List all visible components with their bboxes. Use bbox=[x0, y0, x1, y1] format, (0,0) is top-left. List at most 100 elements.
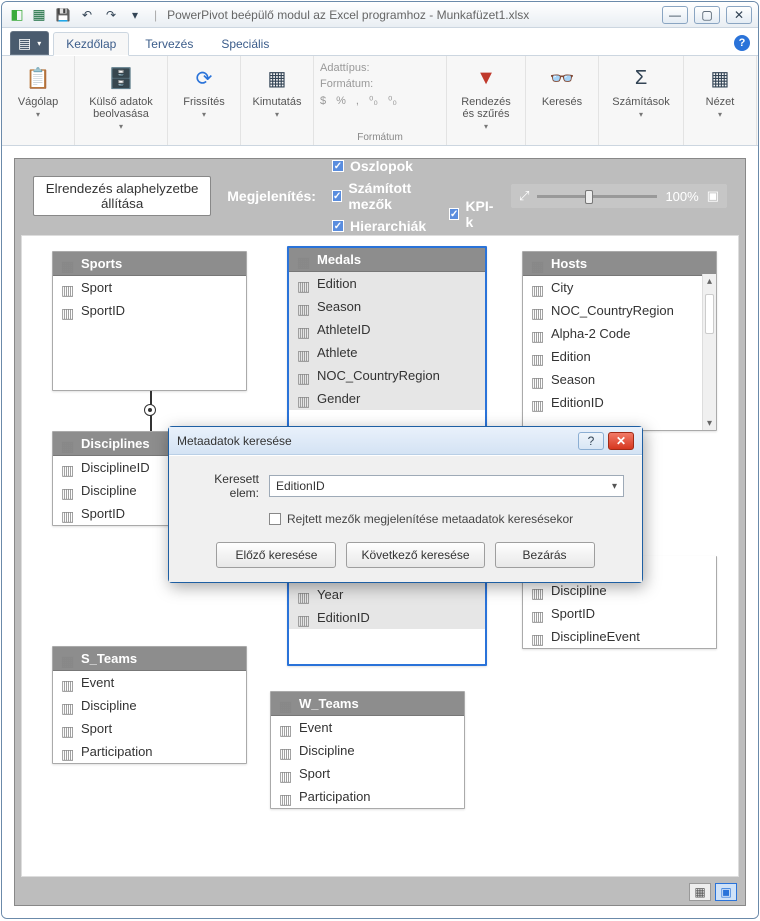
file-tab[interactable]: ▤ ▾ bbox=[10, 31, 49, 55]
scroll-handle[interactable] bbox=[705, 294, 714, 334]
table-row[interactable]: ▥EditionID bbox=[523, 391, 702, 414]
app-window: ◧ ▦ 💾 ↶ ↷ ▾ | PowerPivot beépülő modul a… bbox=[1, 1, 759, 919]
table-sports-header[interactable]: ▦ Sports bbox=[53, 252, 246, 276]
help-icon[interactable]: ? bbox=[734, 35, 750, 51]
decrease-decimal-button[interactable]: ⁰₀ bbox=[388, 94, 397, 107]
undo-icon[interactable]: ↶ bbox=[78, 6, 96, 24]
find-button[interactable]: 👓 Keresés bbox=[532, 60, 592, 110]
table-row[interactable]: ▥AthleteID bbox=[289, 318, 485, 341]
find-next-button[interactable]: Következő keresése bbox=[346, 542, 484, 568]
minimize-button[interactable]: — bbox=[662, 6, 688, 24]
table-row[interactable]: ▥DisciplineEvent bbox=[523, 625, 716, 648]
dialog-help-button[interactable]: ? bbox=[578, 432, 604, 450]
table-row[interactable]: ▥Discipline bbox=[53, 694, 246, 717]
tab-advanced[interactable]: Speciális bbox=[209, 33, 281, 55]
scroll-up-icon[interactable]: ▴ bbox=[703, 274, 716, 288]
table-s-teams-header[interactable]: ▦ S_Teams bbox=[53, 647, 246, 671]
zoom-value: 100% bbox=[665, 189, 698, 204]
check-hierarchies[interactable]: ✓Hierarchiák bbox=[332, 218, 433, 234]
table-w-teams[interactable]: ▦ W_Teams ▥Event ▥Discipline ▥Sport ▥Par… bbox=[270, 691, 465, 809]
redo-icon[interactable]: ↷ bbox=[102, 6, 120, 24]
table-row[interactable]: ▥Year bbox=[289, 583, 485, 606]
refresh-button[interactable]: ⟳ Frissítés ▾ bbox=[174, 60, 234, 121]
table-row[interactable]: ▥Sport bbox=[53, 717, 246, 740]
table-row[interactable]: ▥Edition bbox=[523, 345, 702, 368]
check-calc-fields[interactable]: ✓Számított mezők bbox=[332, 180, 433, 212]
view-button[interactable]: ▦ Nézet ▾ bbox=[690, 60, 750, 121]
table-hosts-scrollbar[interactable]: ▴ ▾ bbox=[702, 274, 716, 430]
comma-button[interactable]: , bbox=[356, 95, 359, 107]
table-row[interactable]: ▥Athlete bbox=[289, 341, 485, 364]
close-button[interactable]: ✕ bbox=[726, 6, 752, 24]
diagram-surface[interactable]: ▦ Sports ▥Sport ▥SportID ▦ Disc bbox=[21, 235, 739, 877]
table-row[interactable]: ▥NOC_CountryRegion bbox=[289, 364, 485, 387]
datatype-label: Adattípus: bbox=[320, 62, 370, 74]
pivot-icon: ▦ bbox=[261, 62, 293, 94]
find-previous-button[interactable]: Előző keresése bbox=[216, 542, 336, 568]
table-row[interactable]: ▥EditionID bbox=[289, 606, 485, 629]
zoom-thumb[interactable] bbox=[585, 190, 593, 204]
zoom-slider[interactable] bbox=[537, 195, 657, 198]
table-s-teams[interactable]: ▦ S_Teams ▥Event ▥Discipline ▥Sport ▥Par… bbox=[52, 646, 247, 764]
close-dialog-button[interactable]: Bezárás bbox=[495, 542, 595, 568]
pivot-label: Kimutatás bbox=[253, 96, 302, 108]
percent-button[interactable]: % bbox=[336, 95, 346, 107]
external-data-button[interactable]: 🗄️ Külső adatok beolvasása ▾ bbox=[81, 60, 161, 133]
save-icon[interactable]: 💾 bbox=[54, 6, 72, 24]
table-row[interactable]: ▥NOC_CountryRegion bbox=[523, 299, 702, 322]
dropdown-icon: ▾ bbox=[484, 122, 488, 131]
table-row[interactable]: ▥Alpha-2 Code bbox=[523, 322, 702, 345]
maximize-button[interactable]: ▢ bbox=[694, 6, 720, 24]
table-row[interactable]: ▥Participation bbox=[271, 785, 464, 808]
table-row[interactable]: ▥Discipline bbox=[271, 739, 464, 762]
zoom-original-icon[interactable]: ▣ bbox=[707, 188, 719, 204]
clipboard-label: Vágólap bbox=[18, 96, 58, 108]
canvas-toolbar: Elrendezés alaphelyzetbe állítása Megjel… bbox=[15, 159, 745, 233]
dropdown-icon: ▾ bbox=[202, 110, 206, 119]
check-kpi[interactable]: ✓KPI-k bbox=[449, 198, 495, 230]
currency-button[interactable]: $ bbox=[320, 95, 326, 107]
tab-home[interactable]: Kezdőlap bbox=[53, 32, 129, 56]
table-row[interactable]: ▥Event bbox=[53, 671, 246, 694]
dialog-close-button[interactable]: ✕ bbox=[608, 432, 634, 450]
dialog-titlebar[interactable]: Metaadatok keresése ? ✕ bbox=[169, 427, 642, 455]
table-row[interactable]: ▥Participation bbox=[53, 740, 246, 763]
find-what-value: EditionID bbox=[276, 479, 325, 493]
table-hosts-header[interactable]: ▦ Hosts bbox=[523, 252, 716, 276]
binoculars-icon: 👓 bbox=[546, 62, 578, 94]
check-columns[interactable]: ✓Oszlopok bbox=[332, 158, 433, 174]
sort-filter-button[interactable]: ▼ Rendezés és szűrés ▾ bbox=[453, 60, 519, 133]
table-row[interactable]: ▥SportID bbox=[523, 602, 716, 625]
column-icon: ▥ bbox=[61, 677, 75, 689]
table-medals-header[interactable]: ▦ Medals bbox=[289, 248, 485, 272]
table-hosts[interactable]: ▦ Hosts ▥City ▥NOC_CountryRegion ▥Alpha-… bbox=[522, 251, 717, 431]
column-icon: ▥ bbox=[279, 791, 293, 803]
scroll-down-icon[interactable]: ▾ bbox=[703, 416, 716, 430]
table-row[interactable]: ▥Edition bbox=[289, 272, 485, 295]
check-hier-label: Hierarchiák bbox=[350, 218, 426, 234]
table-row[interactable]: ▥Event bbox=[271, 716, 464, 739]
data-view-button[interactable]: ▦ bbox=[689, 883, 711, 901]
table-row[interactable]: ▥Sport bbox=[271, 762, 464, 785]
table-row[interactable]: ▥City bbox=[523, 276, 702, 299]
table-sports[interactable]: ▦ Sports ▥Sport ▥SportID bbox=[52, 251, 247, 391]
table-w-teams-header[interactable]: ▦ W_Teams bbox=[271, 692, 464, 716]
qat-dropdown-icon[interactable]: ▾ bbox=[126, 6, 144, 24]
calculations-button[interactable]: Σ Számítások ▾ bbox=[605, 60, 677, 121]
table-row[interactable]: ▥Sport bbox=[53, 276, 246, 299]
find-what-select[interactable]: EditionID ▾ bbox=[269, 475, 624, 497]
pivot-button[interactable]: ▦ Kimutatás ▾ bbox=[247, 60, 307, 121]
reset-layout-button[interactable]: Elrendezés alaphelyzetbe állítása bbox=[33, 176, 211, 216]
table-row[interactable]: ▥Gender bbox=[289, 387, 485, 410]
table-row[interactable]: ▥SportID bbox=[53, 299, 246, 322]
zoom-fit-icon[interactable]: ⤢ bbox=[519, 188, 529, 204]
clipboard-button[interactable]: 📋 Vágólap ▾ bbox=[8, 60, 68, 121]
increase-decimal-button[interactable]: ⁰₀ bbox=[369, 94, 378, 107]
show-hidden-checkbox[interactable]: Rejtett mezők megjelenítése metaadatok k… bbox=[269, 512, 624, 526]
table-row[interactable]: ▥Season bbox=[523, 368, 702, 391]
tab-design[interactable]: Tervezés bbox=[133, 33, 205, 55]
table-row[interactable]: ▥Season bbox=[289, 295, 485, 318]
column-icon: ▥ bbox=[297, 589, 311, 601]
diagram-view-button[interactable]: ▣ bbox=[715, 883, 737, 901]
column-icon: ▥ bbox=[297, 370, 311, 382]
